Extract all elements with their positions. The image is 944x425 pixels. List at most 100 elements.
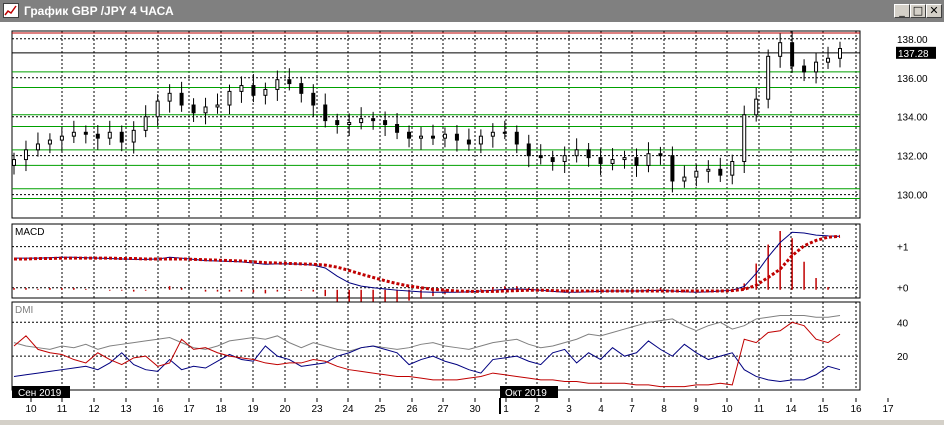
macd-label: MACD [15, 227, 44, 238]
candle-body [155, 100, 160, 118]
day-label: 10 [25, 404, 37, 415]
day-label: 11 [57, 404, 68, 415]
candle-body [610, 159, 615, 164]
candle-body [478, 135, 483, 145]
candle-body [790, 42, 795, 67]
chart-window-client[interactable]: 130.00 132.00 134.00 136.00 138.00 137.28 MAC… [0, 22, 944, 420]
candle-body [215, 104, 220, 108]
day-label: 24 [342, 404, 354, 415]
price-tick-label: 134.00 [897, 113, 928, 124]
day-label: 14 [785, 404, 797, 415]
candle-body [407, 131, 412, 139]
macd-tick-label: +1 [897, 243, 909, 254]
maximize-button[interactable]: □ [910, 4, 926, 18]
candle-body [646, 153, 651, 166]
candle-body [826, 57, 831, 63]
candle-body [706, 168, 711, 172]
price-axis: 130.00 132.00 134.00 136.00 138.00 137.28 [896, 35, 936, 202]
day-label: 13 [120, 404, 132, 415]
macd-axis: +1 +0 [897, 243, 909, 295]
day-label: 16 [152, 404, 164, 415]
day-label: 1 [503, 404, 509, 415]
candle-body [167, 92, 172, 102]
day-label: 4 [598, 404, 604, 415]
candle-body [718, 168, 723, 176]
chart-app-icon-graphic [4, 5, 17, 16]
candle-body [47, 139, 52, 145]
candle-body [311, 92, 316, 106]
chart-canvas[interactable]: 130.00 132.00 134.00 136.00 138.00 137.28 MAC… [0, 22, 944, 420]
candle-body [119, 131, 124, 143]
candle-body [107, 131, 112, 139]
month-label: Окт 2019 [505, 388, 547, 399]
candle-body [12, 159, 16, 166]
close-button[interactable]: ✕ [926, 4, 942, 18]
price-tick-label: 136.00 [897, 74, 928, 85]
candle-body [131, 129, 136, 143]
candle-body [538, 155, 543, 159]
day-label: 26 [406, 404, 418, 415]
candle-body [71, 131, 76, 137]
candle-body [634, 157, 639, 166]
minimize-button[interactable]: _ [894, 4, 910, 18]
candle-body [778, 42, 783, 57]
candle-body [814, 61, 819, 73]
candle-body [754, 98, 759, 116]
day-label: 18 [215, 404, 227, 415]
last-price-label: 137.28 [898, 49, 929, 60]
candle-body [466, 139, 471, 145]
candle-body [550, 157, 555, 163]
candle-body [419, 135, 424, 139]
day-label: 12 [88, 404, 100, 415]
candle-body [694, 170, 699, 178]
day-label: 19 [247, 404, 259, 415]
candle-body [203, 106, 208, 114]
candle-body [383, 120, 388, 125]
candle-body [658, 153, 663, 157]
day-label: 10 [721, 404, 733, 415]
candle-body [574, 149, 579, 157]
candle-body [95, 133, 100, 139]
candle-body [802, 65, 807, 73]
day-label: 2 [534, 404, 540, 415]
dmi-panel-frame [11, 301, 861, 391]
candle-body [766, 55, 771, 100]
candle-body [83, 131, 88, 135]
candle-body [670, 155, 675, 182]
candle-body [730, 161, 735, 176]
candle-body [23, 149, 28, 161]
candle-body [359, 118, 364, 124]
dmi-axis: 40 20 [897, 318, 909, 363]
candle-body [454, 133, 459, 141]
day-label: 16 [850, 404, 862, 415]
candle-body [371, 118, 376, 122]
candle-body [59, 135, 64, 141]
dmi-label: DMI [15, 305, 33, 316]
candle-body [622, 157, 627, 161]
candle-body [838, 48, 842, 59]
window-title: График GBP /JPY 4 ЧАСА [24, 4, 174, 18]
dmi-tick-label: 40 [897, 318, 909, 329]
candle-body [598, 157, 603, 164]
candle-body [143, 116, 148, 131]
candle-body [335, 120, 340, 125]
title-bar: График GBP /JPY 4 ЧАСА _ □ ✕ [0, 0, 944, 22]
candle-body [490, 131, 495, 137]
day-label: 3 [566, 404, 572, 415]
candle-body [395, 124, 400, 133]
candle-body [287, 79, 292, 85]
day-label: 7 [629, 404, 635, 415]
candle-body [514, 131, 519, 145]
day-label: 17 [183, 404, 195, 415]
candle-body [430, 135, 435, 139]
candle-body [526, 143, 531, 157]
candle-body [347, 122, 352, 126]
candle-body [275, 79, 280, 90]
candle-body [227, 90, 232, 106]
candle-body [562, 155, 567, 163]
chart-app-icon [3, 3, 19, 18]
macd-panel-frame [11, 223, 861, 299]
candle-body [263, 88, 268, 96]
candle-body [239, 85, 244, 92]
price-tick-label: 132.00 [897, 152, 928, 163]
